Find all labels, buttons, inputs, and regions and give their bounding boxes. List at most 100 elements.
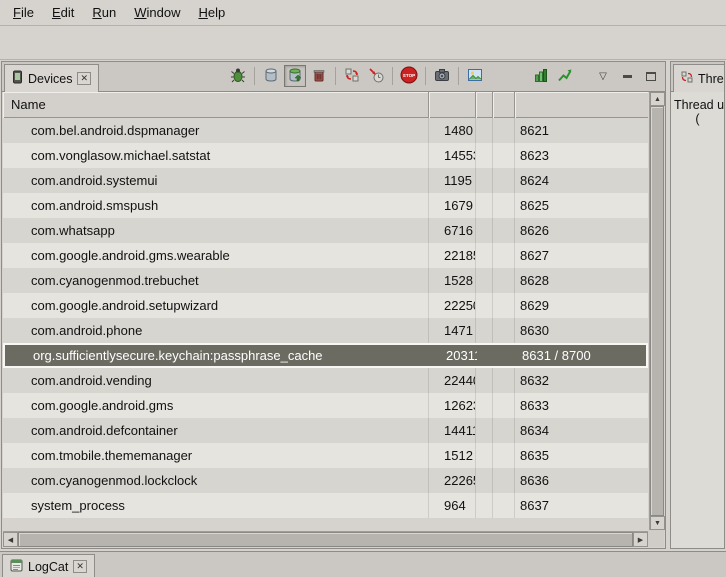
table-row[interactable]: com.android.smspush 1679 8625 [3, 193, 648, 218]
view-menu-button[interactable]: ▽ [592, 65, 614, 87]
threads-message-line2: ( [671, 112, 724, 126]
table-row[interactable]: org.sufficientlysecure.keychain:passphra… [3, 343, 648, 368]
table-row[interactable]: com.android.systemui 1195 8624 [3, 168, 648, 193]
vertical-scroll-thumb[interactable] [650, 106, 664, 516]
process-pid: 22265 [429, 468, 476, 493]
update-heap-button[interactable] [260, 65, 282, 87]
process-name: com.android.vending [3, 368, 429, 393]
tab-logcat-close-icon[interactable]: ✕ [73, 560, 87, 573]
table-header: Name [3, 92, 648, 118]
debug-process-button[interactable] [227, 65, 249, 87]
empty-cell [493, 418, 515, 443]
column-header-empty[interactable] [476, 92, 493, 118]
table-row[interactable]: com.google.android.setupwizard 22250 862… [3, 293, 648, 318]
vertical-scrollbar[interactable]: ▲ ▼ [649, 92, 664, 530]
empty-cell [493, 318, 515, 343]
table-row[interactable]: com.cyanogenmod.trebuchet 1528 8628 [3, 268, 648, 293]
table-row[interactable]: com.android.phone 1471 8630 [3, 318, 648, 343]
view-hierarchy-button[interactable] [464, 65, 486, 87]
table-row[interactable]: com.google.android.gms.wearable 22185 86… [3, 243, 648, 268]
tab-threads[interactable]: Threads [673, 64, 725, 92]
menu-file[interactable]: File [4, 1, 43, 24]
dump-hprof-button[interactable] [284, 65, 306, 87]
horizontal-scroll-thumb[interactable] [18, 532, 633, 547]
table-row[interactable]: com.cyanogenmod.lockclock 22265 8636 [3, 468, 648, 493]
empty-cell [476, 218, 493, 243]
tab-devices[interactable]: Devices ✕ [4, 64, 99, 92]
devices-tabbar: Devices ✕ [2, 62, 665, 92]
empty-cell [495, 345, 517, 366]
update-threads-icon [344, 67, 360, 86]
scrollbar-corner [648, 530, 664, 547]
table-row[interactable]: com.whatsapp 6716 8626 [3, 218, 648, 243]
cause-gc-button[interactable] [308, 65, 330, 87]
update-threads-button[interactable] [341, 65, 363, 87]
column-header-name[interactable]: Name [3, 92, 429, 118]
toolbar-separator [425, 67, 426, 85]
screen-capture-icon [434, 67, 450, 86]
empty-cell [476, 143, 493, 168]
heap-monitor-icon [533, 67, 549, 86]
screen-capture-button[interactable] [431, 65, 453, 87]
process-name: system_process [3, 493, 429, 518]
table-row[interactable]: com.tmobile.thememanager 1512 8635 [3, 443, 648, 468]
maximize-button[interactable] [640, 65, 662, 87]
process-name: com.android.systemui [3, 168, 429, 193]
stop-process-button[interactable]: STOP [398, 65, 420, 87]
process-port: 8630 [515, 318, 648, 343]
tab-devices-close-icon[interactable]: ✕ [77, 72, 91, 85]
logcat-tabbar: LogCat ✕ [0, 551, 726, 577]
scroll-right-icon[interactable]: ▶ [633, 532, 648, 547]
menu-window[interactable]: Window [125, 1, 189, 24]
empty-cell [493, 193, 515, 218]
network-stats-icon [557, 67, 573, 86]
process-name: com.android.phone [3, 318, 429, 343]
scroll-up-icon[interactable]: ▲ [650, 92, 665, 106]
process-port: 8637 [515, 493, 648, 518]
maximize-icon [646, 72, 656, 81]
table-row[interactable]: com.android.defcontainer 14411 8634 [3, 418, 648, 443]
process-name: com.whatsapp [3, 218, 429, 243]
scroll-left-icon[interactable]: ◀ [3, 532, 18, 547]
table-row[interactable]: com.vonglasow.michael.satstat 14553 8623 [3, 143, 648, 168]
empty-cell [493, 218, 515, 243]
tab-logcat[interactable]: LogCat ✕ [2, 554, 95, 577]
process-pid: 22185 [429, 243, 476, 268]
svg-text:STOP: STOP [403, 73, 415, 78]
heap-monitor-button[interactable] [530, 65, 552, 87]
devices-toolbar: STOP [227, 65, 662, 87]
device-icon [12, 70, 23, 87]
minimize-button[interactable] [616, 65, 638, 87]
process-port: 8632 [515, 368, 648, 393]
table-row[interactable]: com.android.vending 22440 8632 [3, 368, 648, 393]
dump-hprof-icon [287, 67, 303, 86]
empty-cell [476, 293, 493, 318]
threads-panel: Threads Thread up ( [670, 61, 725, 549]
horizontal-scrollbar[interactable]: ◀ ▶ [3, 531, 648, 547]
table-row[interactable]: system_process 964 8637 [3, 493, 648, 518]
column-header-empty[interactable] [493, 92, 515, 118]
empty-cell [476, 118, 493, 143]
table-row[interactable]: com.bel.android.dspmanager 1480 8621 [3, 118, 648, 143]
scroll-down-icon[interactable]: ▼ [650, 516, 665, 530]
menu-edit[interactable]: Edit [43, 1, 83, 24]
empty-cell [478, 345, 495, 366]
devices-panel: Devices ✕ [1, 61, 666, 549]
table-row[interactable]: com.google.android.gms 12623 8633 [3, 393, 648, 418]
network-stats-button[interactable] [554, 65, 576, 87]
view-hierarchy-icon [467, 67, 483, 86]
stop-process-icon: STOP [400, 66, 418, 87]
menu-run[interactable]: Run [83, 1, 125, 24]
method-profiling-button[interactable] [365, 65, 387, 87]
process-name: org.sufficientlysecure.keychain:passphra… [5, 345, 431, 366]
menu-help[interactable]: Help [189, 1, 234, 24]
debug-process-icon [230, 67, 246, 86]
process-port: 8623 [515, 143, 648, 168]
empty-cell [493, 368, 515, 393]
process-pid: 22440 [429, 368, 476, 393]
column-header-pid[interactable] [429, 92, 476, 118]
column-header-port[interactable] [515, 92, 648, 118]
process-port: 8627 [515, 243, 648, 268]
process-port: 8635 [515, 443, 648, 468]
empty-cell [493, 118, 515, 143]
